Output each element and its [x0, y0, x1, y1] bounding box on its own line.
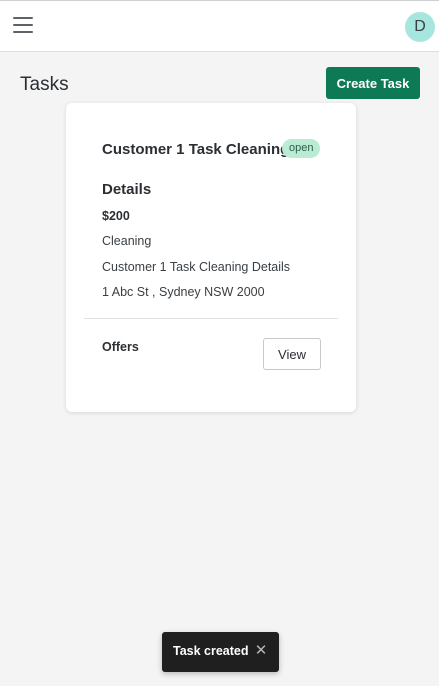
- task-category: Cleaning: [102, 234, 152, 248]
- task-card: Customer 1 Task Cleaning open Details $2…: [66, 103, 356, 412]
- task-description: Customer 1 Task Cleaning Details: [102, 260, 291, 274]
- page-title: Tasks: [20, 74, 69, 95]
- task-address: 1 Abc St , Sydney NSW 2000: [102, 285, 265, 299]
- hamburger-menu-icon[interactable]: [13, 17, 33, 34]
- card-divider: [84, 318, 338, 319]
- view-offers-button[interactable]: View: [263, 338, 321, 370]
- offers-label: Offers: [102, 340, 139, 354]
- task-price: $200: [102, 209, 130, 223]
- user-avatar[interactable]: D: [405, 12, 435, 42]
- status-badge: open: [282, 139, 321, 158]
- toast-message: Task created: [173, 644, 249, 658]
- top-app-bar: D: [0, 0, 439, 52]
- close-icon[interactable]: ✕: [252, 642, 270, 660]
- toast-notification: Task created ✕: [162, 632, 279, 672]
- create-task-button[interactable]: Create Task: [326, 67, 420, 99]
- details-heading: Details: [102, 181, 152, 198]
- task-title: Customer 1 Task Cleaning: [102, 141, 290, 158]
